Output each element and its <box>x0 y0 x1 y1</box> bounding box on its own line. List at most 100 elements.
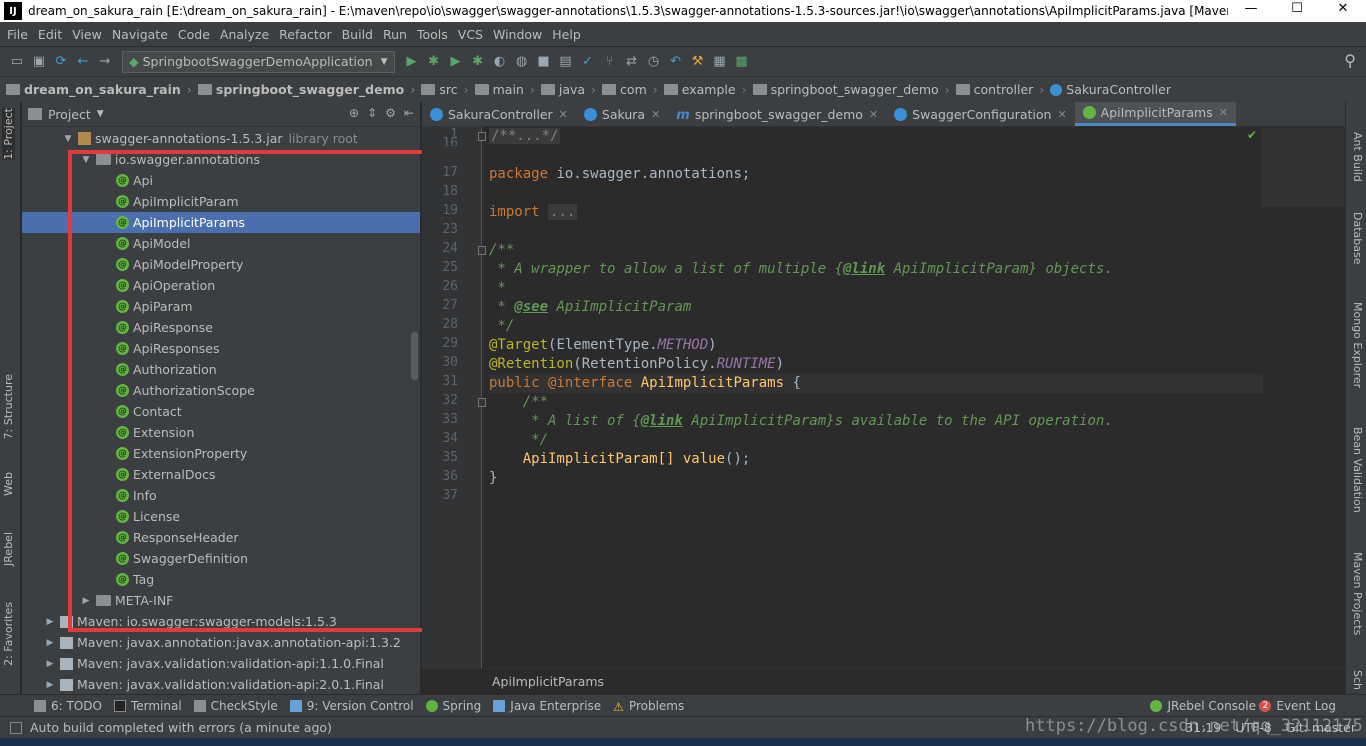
tab-mongo-explorer[interactable]: Mongo Explorer <box>1351 302 1364 388</box>
collapse-all-icon[interactable]: ⇕ <box>367 106 377 120</box>
profile-icon[interactable]: ◍ <box>511 51 533 73</box>
search-icon[interactable]: ⚲ <box>1344 51 1356 70</box>
tool-version-control[interactable]: 9: Version Control <box>289 699 414 713</box>
menu-help[interactable]: Help <box>547 27 586 42</box>
tab-sakura-controller[interactable]: SakuraController ✕ <box>422 102 576 126</box>
collapsed-arrow-icon[interactable]: ▶ <box>44 617 56 627</box>
status-message[interactable]: Auto build completed with errors (a minu… <box>30 720 332 735</box>
breadcrumb-item[interactable]: springboot_swagger_demo › <box>752 82 950 97</box>
update-project-icon[interactable]: ✓ <box>577 51 599 73</box>
chevron-down-icon[interactable]: ▼ <box>97 109 104 119</box>
tool-checkstyle[interactable]: CheckStyle <box>193 699 278 713</box>
menu-tools[interactable]: Tools <box>412 27 453 42</box>
menu-file[interactable]: File <box>2 27 33 42</box>
breadcrumb-item[interactable]: com › <box>602 82 658 97</box>
close-icon[interactable]: ✕ <box>559 108 568 121</box>
menu-code[interactable]: Code <box>173 27 215 42</box>
close-icon[interactable]: ✕ <box>1057 108 1066 121</box>
jrebel-run-icon[interactable]: ▶ <box>445 51 467 73</box>
tree-item[interactable]: ▼ swagger-annotations-1.5.3.jar library ro… <box>22 128 420 149</box>
collapsed-arrow-icon[interactable]: ▶ <box>44 680 56 690</box>
code-content[interactable]: /**...*/ package io.swagger.annotations;… <box>489 127 1279 668</box>
breadcrumb-item[interactable]: controller › <box>955 82 1044 97</box>
run-configuration-select[interactable]: ◆ SpringbootSwaggerDemoApplication ▼ <box>122 50 395 73</box>
maximize-button[interactable]: ☐ <box>1274 0 1320 22</box>
breadcrumb-item[interactable]: dream_on_sakura_rain › <box>6 82 192 97</box>
hide-panel-icon[interactable]: ⇤ <box>404 106 414 120</box>
build-icon[interactable]: ▤ <box>555 51 577 73</box>
tab-bean-validation[interactable]: Bean Validation <box>1351 427 1364 513</box>
menu-run[interactable]: Run <box>378 27 412 42</box>
collapsed-arrow-icon[interactable]: ▶ <box>44 659 56 669</box>
project-view-select[interactable]: Project <box>48 107 91 122</box>
tool-problems[interactable]: ⚠ Problems <box>613 699 684 714</box>
tab-project[interactable]: 1: Project <box>2 108 15 160</box>
breadcrumb-item[interactable]: java › <box>540 82 596 97</box>
tab-ant-build[interactable]: Ant Build <box>1351 132 1364 182</box>
menu-window[interactable]: Window <box>488 27 547 42</box>
tree-item[interactable]: ▶ Maven: javax.annotation:javax.annotatio… <box>22 632 420 653</box>
jrebel-debug-icon[interactable]: ✱ <box>467 51 489 73</box>
forward-arrow-icon[interactable]: → <box>94 51 116 73</box>
menu-view[interactable]: View <box>67 27 107 42</box>
fold-marker-icon[interactable] <box>478 246 486 255</box>
run-icon[interactable]: ▶ <box>401 51 423 73</box>
revert-icon[interactable]: ↶ <box>665 51 687 73</box>
fold-marker-icon[interactable] <box>478 132 486 141</box>
tool-windows-toggle-icon[interactable] <box>10 721 22 734</box>
tab-sakura[interactable]: Sakura ✕ <box>576 102 668 126</box>
tree-item[interactable]: ▶ Maven: javax.validation:validation-api:… <box>22 674 420 694</box>
breadcrumb-item[interactable]: springboot_swagger_demo › <box>197 82 415 97</box>
close-icon[interactable]: ✕ <box>651 108 660 121</box>
gear-icon[interactable]: ⚙ <box>385 106 396 120</box>
tab-maven-projects[interactable]: Maven Projects <box>1351 552 1364 635</box>
tree-item[interactable]: ▶ Maven: javax.validation:validation-api:… <box>22 653 420 674</box>
fold-marker-icon[interactable] <box>478 398 486 407</box>
scroll-from-source-icon[interactable]: ⊕ <box>349 106 359 120</box>
tab-structure[interactable]: 7: Structure <box>2 374 15 439</box>
coverage-icon[interactable]: ◐ <box>489 51 511 73</box>
tool-todo[interactable]: 6: TODO <box>34 699 102 713</box>
commit-icon[interactable]: ⑂ <box>599 51 621 73</box>
expanded-arrow-icon[interactable]: ▼ <box>62 134 74 144</box>
tab-api-implicit-params[interactable]: ApiImplicitParams ✕ <box>1074 102 1236 126</box>
tab-favorites[interactable]: 2: Favorites <box>2 602 15 666</box>
menu-edit[interactable]: Edit <box>33 27 67 42</box>
menu-build[interactable]: Build <box>337 27 378 42</box>
menu-refactor[interactable]: Refactor <box>274 27 336 42</box>
tool-spring[interactable]: Spring <box>425 699 481 713</box>
settings-icon[interactable]: ⚒ <box>687 51 709 73</box>
breadcrumb-item[interactable]: example › <box>663 82 747 97</box>
breadcrumb-item[interactable]: src › <box>421 82 469 97</box>
tab-springboot-swagger-demo[interactable]: m springboot_swagger_demo ✕ <box>668 102 886 126</box>
sdk-manager-icon[interactable]: ▩ <box>731 51 753 73</box>
close-icon[interactable]: ✕ <box>869 108 878 121</box>
tool-java-enterprise[interactable]: Java Enterprise <box>493 699 601 713</box>
tab-database[interactable]: Database <box>1351 212 1364 265</box>
minimize-button[interactable]: — <box>1228 0 1274 22</box>
breadcrumb-item[interactable]: SakuraController <box>1050 82 1171 97</box>
save-all-icon[interactable]: ▣ <box>28 51 50 73</box>
editor-breadcrumb-label[interactable]: ApiImplicitParams <box>492 674 604 689</box>
tool-jrebel-console[interactable]: JRebel Console <box>1150 699 1256 713</box>
collapsed-arrow-icon[interactable]: ▶ <box>44 638 56 648</box>
project-structure-icon[interactable]: ▦ <box>709 51 731 73</box>
compare-icon[interactable]: ⇄ <box>621 51 643 73</box>
menu-analyze[interactable]: Analyze <box>215 27 274 42</box>
tab-swagger-configuration[interactable]: SwaggerConfiguration ✕ <box>886 102 1075 126</box>
open-folder-icon[interactable]: ▭ <box>6 51 28 73</box>
tool-terminal[interactable]: Terminal <box>113 699 182 713</box>
tab-web[interactable]: Web <box>2 472 15 496</box>
tool-event-log[interactable]: 2 Event Log <box>1259 699 1336 713</box>
tab-jrebel[interactable]: JRebel <box>2 532 15 566</box>
close-button[interactable]: ✕ <box>1320 0 1366 22</box>
close-icon[interactable]: ✕ <box>1219 106 1228 119</box>
breadcrumb-item[interactable]: main › <box>474 82 535 97</box>
tab-sch[interactable]: Sch <box>1351 670 1364 690</box>
debug-icon[interactable]: ✱ <box>423 51 445 73</box>
menu-vcs[interactable]: VCS <box>453 27 488 42</box>
synchronize-icon[interactable]: ⟳ <box>50 51 72 73</box>
back-arrow-icon[interactable]: ← <box>72 51 94 73</box>
history-icon[interactable]: ◷ <box>643 51 665 73</box>
code-minimap[interactable] <box>1261 127 1345 207</box>
